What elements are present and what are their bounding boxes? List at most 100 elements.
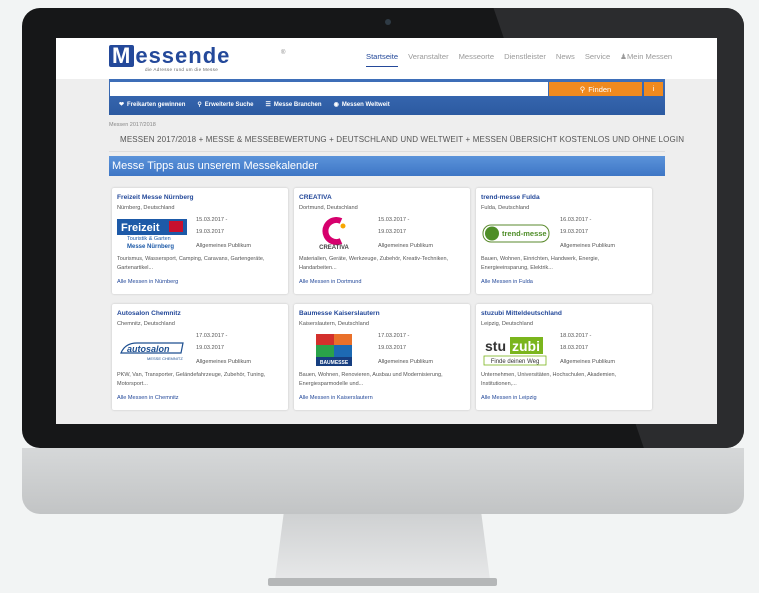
event-card: Autosalon Chemnitz Chemnitz, Deutschland…: [112, 304, 288, 410]
event-date-from: 18.03.2017 -: [560, 333, 592, 339]
freizeit-logo-line2: Touristik & Garten: [127, 236, 171, 242]
search-input[interactable]: [110, 82, 548, 96]
nav-mein-messen[interactable]: ♟Mein Messen: [620, 52, 672, 67]
event-date-from: 17.03.2017 -: [196, 333, 228, 339]
nav-news[interactable]: News: [556, 52, 575, 67]
event-logo[interactable]: trend-messe: [481, 217, 551, 251]
globe-icon: ◉: [333, 102, 339, 108]
event-logo[interactable]: BAUMESSE: [299, 333, 369, 367]
event-location: Leipzig, Deutschland: [481, 321, 533, 327]
event-logo[interactable]: Freizeit Touristik & Garten Messe Nürnbe…: [117, 217, 187, 251]
event-city-link[interactable]: Alle Messen in Leipzig: [481, 395, 537, 401]
event-title[interactable]: CREATIVA: [299, 194, 332, 201]
divider: [109, 151, 665, 152]
event-description: Tourismus, Wassersport, Camping, Caravan…: [117, 256, 265, 271]
creativa-logo-text: CREATIVA: [319, 245, 349, 251]
event-title[interactable]: stuzubi Mitteldeutschland: [481, 310, 562, 317]
user-icon: ♟: [620, 52, 627, 61]
event-date-to: 19.03.2017: [196, 345, 224, 351]
list-icon: ☰: [265, 102, 271, 108]
page-title: MESSEN 2017/2018 + MESSE & MESSEBEWERTUN…: [120, 135, 685, 144]
event-city-link[interactable]: Alle Messen in Fulda: [481, 279, 533, 285]
event-description: Unternehmen, Universitäten, Hochschulen,…: [481, 372, 617, 387]
autosalon-logo-line1: autosalon: [127, 344, 170, 354]
event-audience: Allgemeines Publikum: [560, 243, 616, 249]
nav-veranstalter[interactable]: Veranstalter: [408, 52, 449, 67]
subnav-freikarten-label: Freikarten gewinnen: [127, 101, 186, 108]
event-card: trend-messe Fulda Fulda, Deutschland tre…: [476, 188, 652, 294]
screen: Messende die Adresse rund um die Messe ®…: [56, 38, 717, 424]
event-location: Nürnberg, Deutschland: [117, 205, 175, 211]
event-city-link[interactable]: Alle Messen in Kaiserslautern: [299, 395, 373, 401]
logo-m: M: [109, 45, 135, 67]
autosalon-logo-line2: MESSE CHEMNITZ: [147, 356, 183, 361]
subnav-weltweit-label: Messen Weltweit: [341, 101, 390, 108]
event-date-to: 19.03.2017: [196, 229, 224, 235]
logo-text: essende: [135, 43, 231, 68]
nav-messeorte[interactable]: Messeorte: [459, 52, 494, 67]
ticket-icon: ❤: [119, 102, 125, 108]
event-title[interactable]: Autosalon Chemnitz: [117, 310, 181, 317]
event-audience: Allgemeines Publikum: [196, 243, 252, 249]
search-button[interactable]: ⚲ Finden: [549, 82, 642, 96]
event-location: Fulda, Deutschland: [481, 205, 530, 211]
subnav-weltweit[interactable]: ◉ Messen Weltweit: [333, 101, 390, 109]
event-city-link[interactable]: Alle Messen in Nürnberg: [117, 279, 178, 285]
event-date-from: 15.03.2017 -: [196, 217, 228, 223]
event-date-to: 18.03.2017: [560, 345, 588, 351]
camera-dot: [385, 19, 391, 25]
event-date-from: 15.03.2017 -: [378, 217, 410, 223]
event-date-to: 19.03.2017: [378, 345, 406, 351]
subnav-branchen[interactable]: ☰ Messe Branchen: [265, 101, 322, 109]
baumesse-logo-text: BAUMESSE: [320, 360, 349, 366]
trend-logo-text: trend-messe: [502, 229, 547, 238]
nav-dienstleister[interactable]: Dienstleister: [504, 52, 546, 67]
search-button-label: Finden: [588, 84, 612, 94]
monitor-stand: [275, 514, 490, 580]
event-description: Bauen, Wohnen, Einrichten, Handwerk, Ene…: [481, 256, 600, 271]
event-location: Dortmund, Deutschland: [299, 205, 358, 211]
event-title[interactable]: trend-messe Fulda: [481, 194, 540, 201]
event-date-from: 16.03.2017 -: [560, 217, 592, 223]
event-location: Kaiserslautern, Deutschland: [299, 321, 369, 327]
logo-tagline: die Adresse rund um die Messe: [145, 67, 219, 72]
nav-service[interactable]: Service: [585, 52, 610, 67]
subnav-erweiterte-suche-label: Erweiterte Suche: [204, 101, 254, 108]
event-description: PKW, Van, Transporter, Geländefahrzeuge,…: [117, 372, 266, 387]
search-subnav: ❤ Freikarten gewinnen ⚲ Erweiterte Suche ☰…: [119, 101, 390, 109]
main-nav: Startseite Veranstalter Messeorte Dienst…: [366, 52, 672, 67]
info-button[interactable]: i: [644, 82, 663, 96]
nav-mein-messen-label: Mein Messen: [626, 52, 673, 61]
event-date-from: 17.03.2017 -: [378, 333, 410, 339]
event-card: Freizeit Messe Nürnberg Nürnberg, Deutsc…: [112, 188, 288, 294]
subnav-branchen-label: Messe Branchen: [273, 101, 322, 108]
search-icon: ⚲: [579, 84, 586, 94]
site-logo[interactable]: Messende die Adresse rund um die Messe ®: [109, 43, 285, 75]
event-city-link[interactable]: Alle Messen in Dortmund: [299, 279, 362, 285]
subnav-erweiterte-suche[interactable]: ⚲ Erweiterte Suche: [197, 101, 254, 109]
search-bar: ⚲ Finden i ❤ Freikarten gewinnen ⚲ Erweite…: [109, 79, 665, 115]
event-logo[interactable]: CREATIVA: [299, 217, 369, 251]
freizeit-logo-line3: Messe Nürnberg: [127, 244, 174, 250]
event-location: Chemnitz, Deutschland: [117, 321, 175, 327]
event-card: CREATIVA Dortmund, Deutschland CREATIVA …: [294, 188, 470, 294]
event-city-link[interactable]: Alle Messen in Chemnitz: [117, 395, 179, 401]
event-title[interactable]: Freizeit Messe Nürnberg: [117, 194, 194, 201]
event-audience: Allgemeines Publikum: [378, 359, 434, 365]
event-title[interactable]: Baumesse Kaiserslautern: [299, 310, 380, 317]
event-audience: Allgemeines Publikum: [560, 359, 616, 365]
breadcrumb[interactable]: Messen 2017/2018: [109, 122, 156, 128]
event-description: Bauen, Wohnen, Renovieren, Ausbau und Mo…: [299, 372, 443, 387]
nav-startseite[interactable]: Startseite: [366, 52, 399, 67]
stuzubi-logo-zubi: zubi: [512, 338, 540, 354]
event-logo[interactable]: stu zubi Finde deinen Weg: [481, 333, 551, 367]
monitor-chin: [22, 448, 744, 514]
event-description: Materialien, Geräte, Werkzeuge, Zubehör,…: [299, 256, 449, 271]
event-date-to: 19.03.2017: [378, 229, 406, 235]
subnav-freikarten[interactable]: ❤ Freikarten gewinnen: [119, 101, 186, 109]
section-title: Messe Tipps aus unserem Messekalender: [109, 156, 665, 176]
event-card: Baumesse Kaiserslautern Kaiserslautern, …: [294, 304, 470, 410]
stuzubi-logo-slogan: Finde deinen Weg: [491, 359, 540, 365]
logo-registered: ®: [281, 50, 286, 56]
event-logo[interactable]: autosalon MESSE CHEMNITZ: [117, 333, 187, 367]
